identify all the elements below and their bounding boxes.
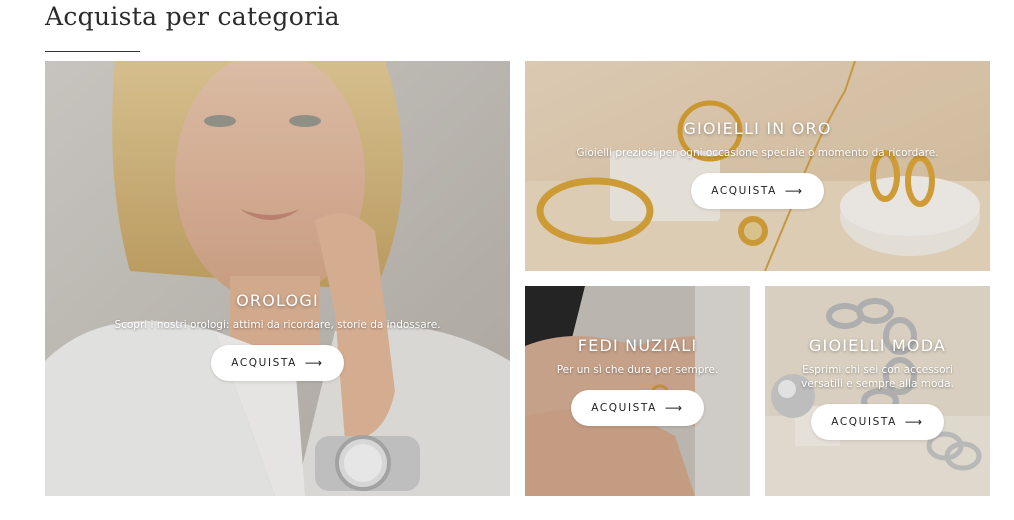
fedi-nuziali-content: FEDI NUZIALI Per un sì che dura per semp… <box>525 336 750 426</box>
shop-gioielli-moda-button[interactable]: ACQUISTA ⟶ <box>811 404 944 440</box>
arrow-right-icon: ⟶ <box>664 401 684 415</box>
arrow-right-icon: ⟶ <box>784 184 804 198</box>
title-underline <box>45 51 140 52</box>
card-title: OROLOGI <box>236 291 319 310</box>
card-title: GIOIELLI IN ORO <box>683 119 832 138</box>
card-title: GIOIELLI MODA <box>808 336 947 355</box>
shop-gioielli-oro-button[interactable]: ACQUISTA ⟶ <box>691 173 824 209</box>
orologi-content: OROLOGI Scopri i nostri orologi: attimi … <box>45 291 510 381</box>
arrow-right-icon: ⟶ <box>304 356 324 370</box>
card-description: Per un sì che dura per sempre. <box>556 364 719 376</box>
button-label: ACQUISTA <box>591 402 657 414</box>
gioielli-oro-content: GIOIELLI IN ORO Gioielli preziosi per og… <box>525 119 990 209</box>
card-title: FEDI NUZIALI <box>577 336 698 355</box>
card-description: Scopri i nostri orologi: attimi da ricor… <box>114 319 441 331</box>
gioielli-moda-content: GIOIELLI MODA Esprimi chi sei con access… <box>765 336 990 440</box>
card-description: Gioielli preziosi per ogni occasione spe… <box>576 147 939 159</box>
arrow-right-icon: ⟶ <box>904 415 924 429</box>
shop-orologi-button[interactable]: ACQUISTA ⟶ <box>211 345 344 381</box>
shop-fedi-nuziali-button[interactable]: ACQUISTA ⟶ <box>571 390 704 426</box>
section-title: Acquista per categoria <box>45 2 340 31</box>
orologi-image <box>45 61 510 496</box>
category-card-gioielli-oro[interactable]: GIOIELLI IN ORO Gioielli preziosi per og… <box>525 61 990 271</box>
category-card-orologi[interactable]: OROLOGI Scopri i nostri orologi: attimi … <box>45 61 510 496</box>
category-card-fedi-nuziali[interactable]: FEDI NUZIALI Per un sì che dura per semp… <box>525 286 750 496</box>
button-label: ACQUISTA <box>231 357 297 369</box>
card-description: Esprimi chi sei con accessori versatili … <box>801 364 954 390</box>
category-card-gioielli-moda[interactable]: GIOIELLI MODA Esprimi chi sei con access… <box>765 286 990 496</box>
button-label: ACQUISTA <box>711 185 777 197</box>
button-label: ACQUISTA <box>831 416 897 428</box>
